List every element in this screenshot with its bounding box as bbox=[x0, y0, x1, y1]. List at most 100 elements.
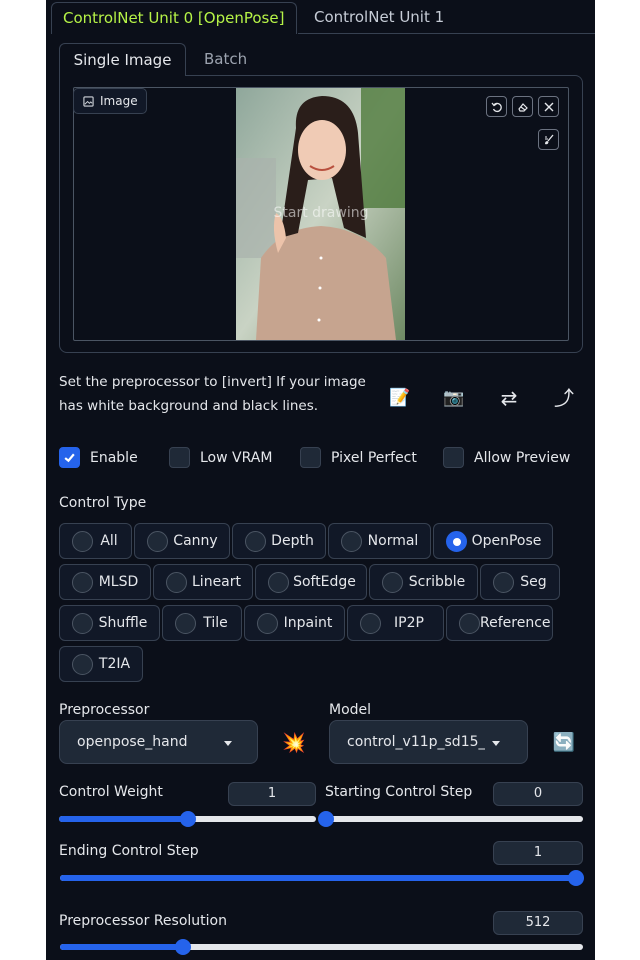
undo-button[interactable] bbox=[486, 96, 507, 117]
control-type-openpose[interactable]: OpenPose bbox=[433, 523, 553, 559]
chevron-down-icon bbox=[492, 741, 500, 746]
slider-thumb[interactable] bbox=[174, 939, 191, 955]
radio-button[interactable] bbox=[382, 571, 403, 593]
preprocessor-resolution-slider[interactable] bbox=[60, 939, 583, 955]
slider-fill bbox=[60, 875, 576, 881]
radio-label: T2IA bbox=[98, 656, 131, 672]
radio-button[interactable] bbox=[493, 571, 514, 593]
allow-preview-checkbox[interactable]: Allow Preview bbox=[443, 447, 570, 468]
brush-icon bbox=[544, 134, 553, 144]
webcam-button[interactable]: 📷 bbox=[442, 386, 466, 410]
mirror-button[interactable]: ⇄ bbox=[497, 386, 521, 410]
enable-label: Enable bbox=[90, 449, 138, 466]
preprocessor-value: openpose_hand bbox=[77, 734, 188, 750]
low-vram-checkbox[interactable]: Low VRAM bbox=[169, 447, 272, 468]
radio-label: Normal bbox=[367, 533, 419, 549]
invert-hint-text: Set the preprocessor to [invert] If your… bbox=[59, 374, 366, 414]
radio-button-selected[interactable] bbox=[446, 530, 467, 552]
close-icon bbox=[544, 102, 553, 111]
control-weight-input[interactable]: 1 bbox=[228, 782, 316, 806]
control-type-t2ia[interactable]: T2IA bbox=[59, 646, 143, 682]
control-type-seg[interactable]: Seg bbox=[480, 564, 560, 600]
control-weight-slider[interactable] bbox=[59, 811, 316, 827]
slider-thumb[interactable] bbox=[318, 811, 334, 827]
radio-label: All bbox=[100, 533, 118, 549]
ending-step-input[interactable]: 1 bbox=[493, 841, 583, 865]
checkbox-unchecked[interactable] bbox=[443, 447, 464, 468]
eraser-button[interactable] bbox=[512, 96, 533, 117]
slider-thumb[interactable] bbox=[179, 811, 196, 827]
radio-button[interactable] bbox=[341, 530, 362, 552]
radio-label: Tile bbox=[203, 615, 228, 631]
checkbox-checked[interactable] bbox=[59, 447, 80, 468]
starting-step-input[interactable]: 0 bbox=[493, 782, 583, 806]
control-type-lineart[interactable]: Lineart bbox=[153, 564, 253, 600]
preprocessor-dropdown[interactable]: openpose_hand bbox=[59, 720, 258, 764]
start-drawing-text: Start drawing bbox=[273, 205, 369, 221]
control-type-ip2p[interactable]: IP2P bbox=[347, 605, 444, 641]
pixel-perfect-label: Pixel Perfect bbox=[331, 449, 417, 466]
brush-button[interactable] bbox=[538, 129, 559, 150]
radio-button[interactable] bbox=[72, 653, 93, 675]
image-icon bbox=[83, 95, 94, 107]
radio-button[interactable] bbox=[257, 612, 278, 634]
image-label: Image bbox=[73, 88, 147, 114]
radio-button[interactable] bbox=[166, 571, 187, 593]
radio-button[interactable] bbox=[360, 612, 381, 634]
control-weight-label: Control Weight bbox=[59, 784, 163, 800]
refresh-icon: 🔄 bbox=[552, 732, 576, 753]
tab-controlnet-unit-0[interactable]: ControlNet Unit 0 [OpenPose] bbox=[51, 2, 297, 34]
refresh-models-button[interactable]: 🔄 bbox=[552, 731, 576, 755]
pixel-perfect-checkbox[interactable]: Pixel Perfect bbox=[300, 447, 417, 468]
edit-note-button[interactable]: 📝 bbox=[388, 386, 412, 410]
starting-step-label: Starting Control Step bbox=[325, 784, 473, 800]
checkmark-icon bbox=[64, 453, 75, 463]
control-type-inpaint[interactable]: Inpaint bbox=[244, 605, 345, 641]
radio-button[interactable] bbox=[459, 612, 480, 634]
swap-arrows-icon: ⇄ bbox=[500, 386, 518, 410]
slider-thumb[interactable] bbox=[568, 870, 584, 886]
radio-label: OpenPose bbox=[471, 533, 542, 549]
radio-button[interactable] bbox=[72, 530, 93, 552]
control-type-shuffle[interactable]: Shuffle bbox=[59, 605, 160, 641]
radio-button[interactable] bbox=[245, 530, 266, 552]
send-dimensions-button[interactable]: ⤴ bbox=[552, 386, 576, 410]
control-type-reference[interactable]: Reference bbox=[446, 605, 553, 641]
radio-button[interactable] bbox=[175, 612, 196, 634]
radio-button[interactable] bbox=[72, 612, 93, 634]
radio-button[interactable] bbox=[268, 571, 289, 593]
ending-step-label: Ending Control Step bbox=[59, 843, 199, 859]
tab-single-image[interactable]: Single Image bbox=[59, 43, 186, 76]
control-type-softedge[interactable]: SoftEdge bbox=[255, 564, 367, 600]
run-preprocessor-button[interactable]: 💥 bbox=[282, 731, 306, 755]
clear-image-button[interactable] bbox=[538, 96, 559, 117]
radio-label: Inpaint bbox=[283, 615, 333, 631]
tab-batch[interactable]: Batch bbox=[204, 43, 247, 76]
control-type-normal[interactable]: Normal bbox=[328, 523, 431, 559]
checkbox-unchecked[interactable] bbox=[169, 447, 190, 468]
control-type-depth[interactable]: Depth bbox=[232, 523, 326, 559]
tab-controlnet-unit-1[interactable]: ControlNet Unit 1 bbox=[314, 2, 444, 34]
preprocessor-label: Preprocessor bbox=[59, 702, 150, 718]
control-type-tile[interactable]: Tile bbox=[162, 605, 242, 641]
control-type-scribble[interactable]: Scribble bbox=[369, 564, 478, 600]
preprocessor-resolution-input[interactable]: 512 bbox=[493, 911, 583, 935]
image-label-text: Image bbox=[100, 94, 138, 108]
checkbox-unchecked[interactable] bbox=[300, 447, 321, 468]
control-type-label: Control Type bbox=[59, 495, 147, 511]
radio-button[interactable] bbox=[72, 571, 93, 593]
enable-checkbox[interactable]: Enable bbox=[59, 447, 138, 468]
control-type-mlsd[interactable]: MLSD bbox=[59, 564, 151, 600]
control-type-all[interactable]: All bbox=[59, 523, 132, 559]
controlnet-panel: ControlNet Unit 0 [OpenPose] ControlNet … bbox=[46, 0, 595, 960]
radio-button[interactable] bbox=[147, 530, 168, 552]
model-dropdown[interactable]: control_v11p_sd15_openpose bbox=[329, 720, 528, 764]
chevron-down-icon bbox=[224, 741, 232, 746]
radio-label: Reference bbox=[480, 615, 551, 631]
starting-step-slider[interactable] bbox=[318, 811, 583, 827]
control-type-canny[interactable]: Canny bbox=[134, 523, 230, 559]
radio-label: Canny bbox=[173, 533, 218, 549]
explosion-icon: 💥 bbox=[282, 732, 306, 754]
ending-step-slider[interactable] bbox=[60, 870, 584, 886]
model-label: Model bbox=[329, 702, 372, 718]
